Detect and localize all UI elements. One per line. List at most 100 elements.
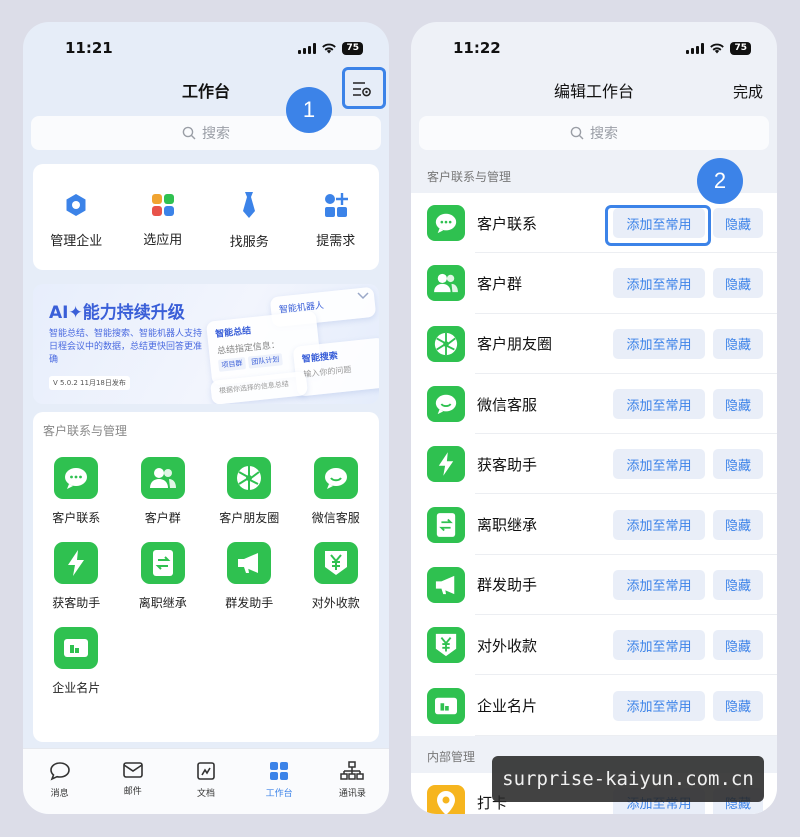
tab-mail[interactable]: 邮件 (103, 761, 163, 814)
quick-action-manage[interactable]: 管理企业 (36, 192, 116, 249)
transfer-icon (152, 550, 173, 576)
aperture-icon (237, 466, 262, 490)
search-placeholder: 搜索 (590, 126, 618, 142)
wifi-icon (710, 43, 725, 54)
hide-button[interactable]: 隐藏 (713, 690, 763, 721)
quick-action-label: 提需求 (316, 233, 356, 249)
list-item-business-card: 企业名片 添加至常用 隐藏 (411, 675, 777, 736)
add-to-favorites-button[interactable]: 添加至常用 (613, 509, 705, 540)
status-bar: 11:22 75 (411, 22, 777, 74)
item-name: 企业名片 (477, 697, 538, 716)
contacts-icon (340, 761, 365, 780)
hide-button[interactable]: 隐藏 (713, 569, 763, 600)
add-to-favorites-button[interactable]: 添加至常用 (613, 328, 705, 359)
banner-title: AI✦能力持续升级 (49, 303, 185, 323)
add-to-favorites-button[interactable]: 添加至常用 (613, 449, 705, 480)
item-name: 微信客服 (477, 395, 538, 414)
item-name: 获客助手 (477, 455, 538, 474)
wifi-icon (322, 43, 337, 54)
add-to-favorites-button[interactable]: 添加至常用 (613, 630, 705, 661)
edit-button-highlight (342, 67, 386, 109)
tab-label: 邮件 (123, 787, 142, 797)
list-item-mass-send: 群发助手 添加至常用 隐藏 (411, 555, 777, 616)
list-item-customer-moments: 客户朋友圈 添加至常用 隐藏 (411, 314, 777, 375)
megaphone-icon (238, 553, 259, 573)
tab-docs[interactable]: 文档 (176, 761, 236, 814)
list-item-lead-assistant: 获客助手 添加至常用 隐藏 (411, 434, 777, 495)
hide-button[interactable]: 隐藏 (713, 630, 763, 661)
hide-button[interactable]: 隐藏 (713, 328, 763, 359)
step-badge-1: 1 (286, 87, 332, 133)
quick-action-services[interactable]: 找服务 (209, 191, 289, 250)
add-to-favorites-button[interactable]: 添加至常用 (613, 569, 705, 600)
chat-bubble-icon (435, 213, 457, 234)
add-to-favorites-button[interactable]: 添加至常用 (613, 389, 705, 420)
shapes-plus-icon (324, 192, 348, 217)
tab-messages[interactable]: 消息 (30, 761, 90, 814)
search-input[interactable]: 搜索 (419, 116, 769, 150)
quick-action-label: 选应用 (143, 232, 183, 248)
nav-bar: 工作台 (23, 74, 389, 106)
app-external-payment[interactable]: 对外收款 (293, 542, 380, 611)
tab-contacts[interactable]: 通讯录 (322, 761, 382, 814)
tab-label: 消息 (50, 789, 69, 799)
item-name: 群发助手 (477, 576, 538, 595)
list-item-resign-transfer: 离职继承 添加至常用 隐藏 (411, 494, 777, 556)
transfer-icon (436, 512, 456, 537)
item-name: 对外收款 (477, 636, 538, 655)
message-icon (49, 762, 70, 781)
document-icon (197, 762, 215, 780)
tab-workbench[interactable]: 工作台 (249, 761, 309, 814)
tab-label: 文档 (196, 789, 215, 799)
hexagon-icon (66, 193, 86, 216)
chat-bubble-icon (65, 468, 88, 489)
quick-actions: 管理企业 选应用 找服务 提需求 (33, 164, 379, 270)
hide-button[interactable]: 隐藏 (713, 509, 763, 540)
app-mass-send[interactable]: 群发助手 (206, 542, 293, 611)
app-label: 客户联系 (52, 511, 101, 525)
group-icon (149, 468, 176, 488)
quick-action-request[interactable]: 提需求 (296, 192, 376, 249)
tab-label: 工作台 (265, 789, 293, 799)
yuan-icon (324, 551, 347, 575)
battery-indicator: 75 (342, 41, 363, 55)
add-to-favorites-button[interactable]: 添加至常用 (613, 690, 705, 721)
hide-button[interactable]: 隐藏 (713, 208, 763, 239)
ai-upgrade-banner[interactable]: AI✦能力持续升级 智能总结、智能搜索、智能机器人支持日程会议中的数据，总结更快… (33, 284, 379, 404)
app-business-card[interactable]: 企业名片 (33, 627, 120, 696)
app-label: 群发助手 (225, 596, 274, 610)
app-grid-icon (151, 193, 174, 216)
quick-action-label: 管理企业 (50, 233, 103, 249)
app-resign-transfer[interactable]: 离职继承 (120, 542, 207, 611)
app-customer-moments[interactable]: 客户朋友圈 (206, 457, 293, 526)
app-wechat-service[interactable]: 微信客服 (293, 457, 380, 526)
section-title: 客户联系与管理 (43, 424, 128, 438)
signal-icon (686, 42, 705, 54)
done-button[interactable]: 完成 (733, 81, 763, 102)
hide-button[interactable]: 隐藏 (713, 268, 763, 299)
tab-bar: 消息 邮件 文档 工作台 通讯录 (23, 748, 389, 814)
app-customer-contact[interactable]: 客户联系 (33, 457, 120, 526)
app-customer-group[interactable]: 客户群 (120, 457, 207, 526)
app-lead-assistant[interactable]: 获客助手 (33, 542, 120, 611)
item-name: 客户朋友圈 (477, 335, 553, 354)
chat-bubble-icon (324, 468, 347, 489)
item-name: 客户联系 (477, 214, 538, 233)
hide-button[interactable]: 隐藏 (713, 389, 763, 420)
status-time: 11:21 (65, 39, 113, 57)
chevron-down-icon[interactable] (357, 292, 369, 300)
banner-description: 智能总结、智能搜索、智能机器人支持日程会议中的数据，总结更快回答更准确 (49, 329, 203, 365)
customer-section: 客户联系与管理 客户联系 客户群 客户朋友圈 微信客服 获客助手 离职继承 群发… (33, 412, 379, 742)
nav-bar: 编辑工作台 完成 (411, 74, 777, 106)
card-icon (435, 697, 457, 714)
mail-icon (122, 762, 143, 778)
hide-button[interactable]: 隐藏 (713, 449, 763, 480)
location-pin-icon (437, 790, 455, 814)
lightning-icon (68, 550, 85, 576)
lightning-icon (438, 452, 454, 477)
quick-action-apps[interactable]: 选应用 (123, 193, 203, 248)
search-placeholder: 搜索 (202, 126, 230, 142)
app-grid: 客户联系 客户群 客户朋友圈 微信客服 获客助手 离职继承 群发助手 对外收款 … (33, 439, 379, 696)
workbench-screen: 11:21 75 工作台 搜索 管理企业 选应用 找服务 提需求 AI✦能力持续… (23, 22, 389, 814)
add-to-favorites-button[interactable]: 添加至常用 (613, 268, 705, 299)
